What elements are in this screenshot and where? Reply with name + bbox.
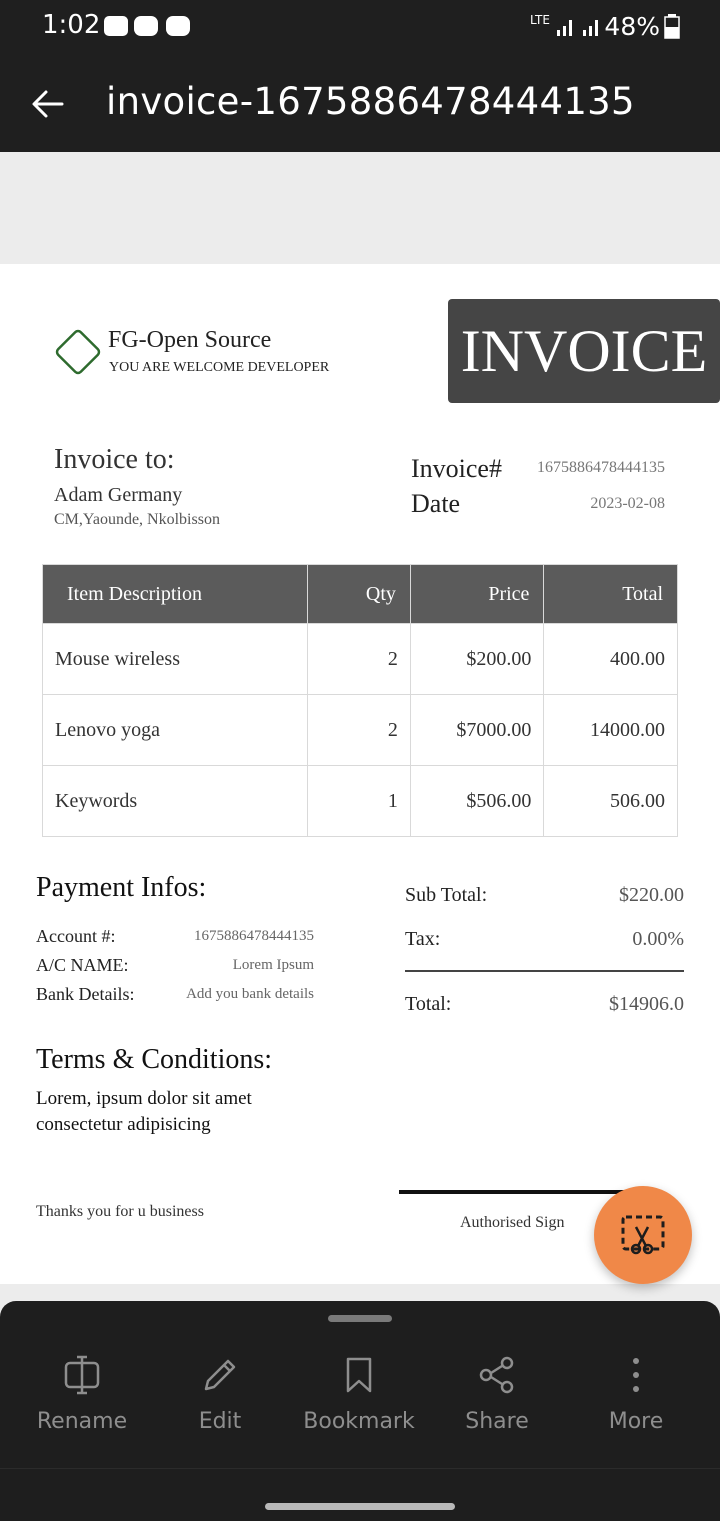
youtube-notification-icon	[134, 16, 158, 36]
totals-divider	[405, 970, 684, 972]
bookmark-label: Bookmark	[303, 1409, 415, 1434]
app-bar: invoice-1675886478444135	[0, 56, 720, 152]
invoice-number-label: Invoice#	[411, 454, 502, 483]
subtotal-value: $220.00	[619, 884, 684, 906]
invoice-number-value: 1675886478444135	[537, 459, 665, 476]
signature-line	[399, 1190, 639, 1194]
company-logo-icon	[55, 329, 101, 375]
bank-details-label: Bank Details:	[36, 984, 135, 1004]
system-nav-bar	[0, 1468, 720, 1521]
table-header-row: Item Description Qty Price Total	[41, 564, 678, 624]
terms-body: Lorem, ipsum dolor sit amet consectetur …	[36, 1088, 252, 1135]
item-price: $7000.00	[409, 694, 545, 766]
item-qty: 2	[307, 623, 411, 695]
subtotal-label: Sub Total:	[405, 884, 488, 906]
rename-label: Rename	[36, 1409, 128, 1434]
table-row: Mouse wireless 2 $200.00 400.00	[41, 623, 678, 695]
total-label: Total:	[405, 993, 452, 1015]
tax-value: 0.00%	[632, 928, 684, 950]
company-name: FG-Open Source	[108, 327, 272, 353]
invoice-banner: INVOICE	[448, 299, 720, 403]
rename-button[interactable]: Rename	[12, 1351, 152, 1441]
document-title: invoice-1675886478444135	[106, 80, 635, 123]
share-icon	[479, 1356, 514, 1394]
bill-to-address: CM,Yaounde, Nkolbisson	[54, 511, 220, 528]
status-time: 1:02	[42, 10, 101, 40]
home-gesture-pill[interactable]	[265, 1503, 455, 1510]
signature-label: Authorised Sign	[460, 1214, 565, 1231]
item-description: Keywords	[41, 765, 309, 837]
item-qty: 2	[307, 694, 411, 766]
network-type: LTE	[530, 13, 550, 27]
bookmark-icon	[346, 1357, 372, 1393]
ac-name-value: Lorem Ipsum	[232, 957, 314, 973]
back-arrow-icon[interactable]	[30, 86, 66, 122]
header-price: Price	[409, 564, 545, 624]
youtube-notification-icon	[166, 16, 190, 36]
terms-heading: Terms & Conditions:	[36, 1044, 273, 1075]
header-qty: Qty	[307, 564, 411, 624]
header-total: Total	[543, 564, 678, 624]
item-total: 14000.00	[543, 694, 678, 766]
item-total: 400.00	[543, 623, 678, 695]
gallery-notification-icon	[104, 16, 128, 36]
item-qty: 1	[307, 765, 411, 837]
items-table: Item Description Qty Price Total Mouse w…	[41, 564, 678, 837]
invoice-date-value: 2023-02-08	[590, 495, 665, 512]
edit-label: Edit	[198, 1409, 242, 1434]
bank-details-value: Add you bank details	[186, 986, 314, 1002]
sheet-drag-handle[interactable]	[328, 1315, 392, 1322]
account-label: Account #:	[36, 926, 116, 946]
more-button[interactable]: More	[566, 1351, 706, 1441]
ac-name-label: A/C NAME:	[36, 955, 129, 975]
status-bar: 1:02 LTE 48%	[0, 0, 720, 56]
page-gap	[0, 152, 720, 264]
crop-capture-button[interactable]	[594, 1186, 692, 1284]
item-price: $506.00	[409, 765, 545, 837]
table-row: Keywords 1 $506.00 506.00	[41, 765, 678, 837]
item-description: Lenovo yoga	[41, 694, 309, 766]
share-label: Share	[465, 1409, 529, 1434]
header-item-description: Item Description	[41, 564, 309, 624]
thanks-note: Thanks you for u business	[36, 1203, 204, 1220]
item-description: Mouse wireless	[41, 623, 309, 695]
bookmark-button[interactable]: Bookmark	[289, 1351, 429, 1441]
invoice-document[interactable]: FG-Open Source YOU ARE WELCOME DEVELOPER…	[0, 264, 720, 1284]
bill-to-heading: Invoice to:	[54, 444, 175, 475]
battery-icon	[664, 14, 680, 39]
more-label: More	[608, 1409, 664, 1434]
tax-label: Tax:	[405, 928, 441, 950]
table-row: Lenovo yoga 2 $7000.00 14000.00	[41, 694, 678, 766]
bill-to-name: Adam Germany	[54, 484, 183, 506]
more-vertical-icon	[633, 1358, 639, 1392]
total-value: $14906.0	[609, 993, 684, 1015]
account-value: 1675886478444135	[194, 928, 314, 944]
item-total: 506.00	[543, 765, 678, 837]
edit-button[interactable]: Edit	[150, 1351, 290, 1441]
item-price: $200.00	[409, 623, 545, 695]
share-button[interactable]: Share	[427, 1351, 567, 1441]
signal-icon	[557, 20, 598, 36]
company-tagline: YOU ARE WELCOME DEVELOPER	[109, 360, 330, 375]
scissors-crop-icon	[621, 1215, 665, 1255]
rename-icon	[64, 1355, 100, 1395]
pencil-icon	[204, 1359, 236, 1391]
payment-heading: Payment Infos:	[36, 872, 207, 903]
battery-level: 48%	[604, 12, 660, 41]
invoice-date-label: Date	[411, 489, 461, 518]
